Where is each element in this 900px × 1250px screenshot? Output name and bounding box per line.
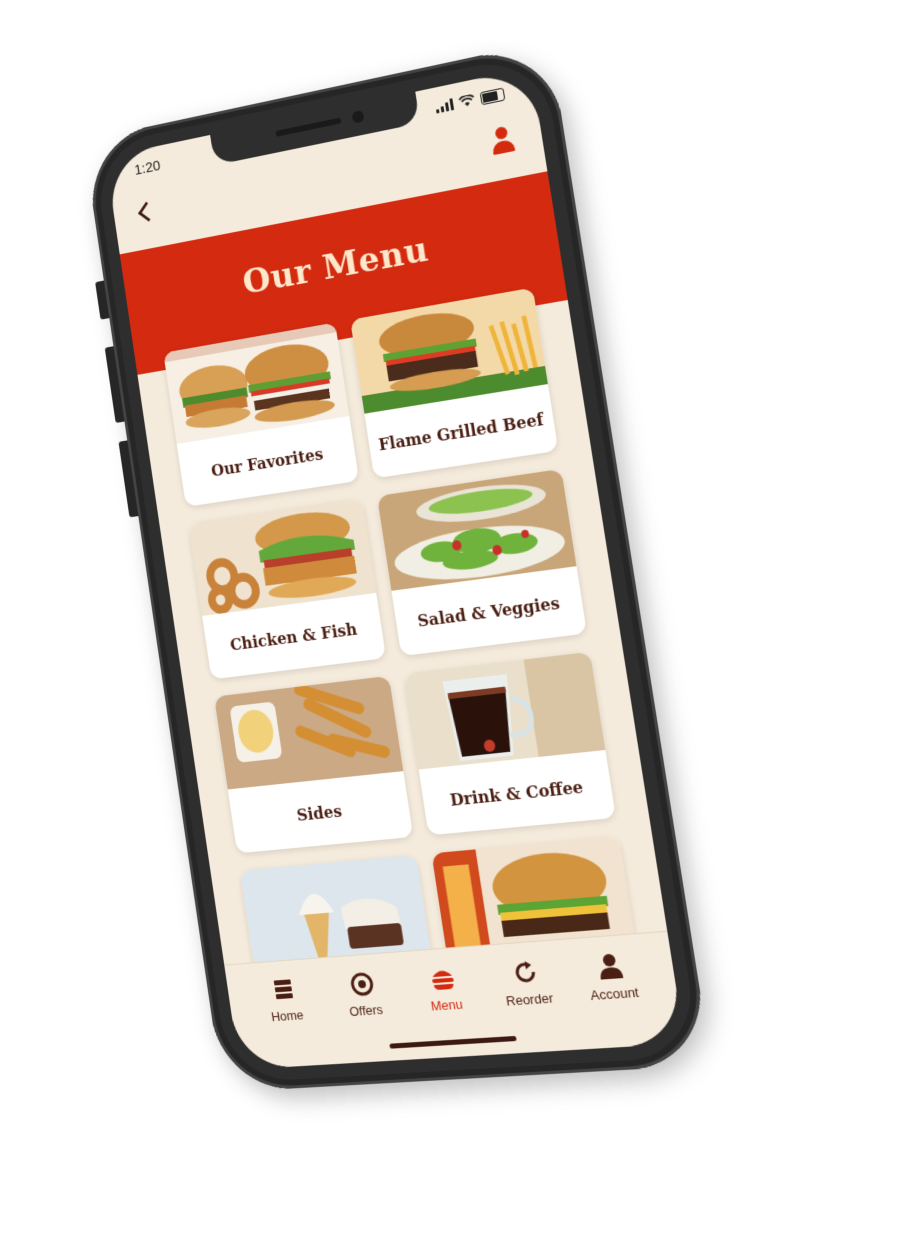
wifi-icon: [458, 94, 476, 107]
home-icon: [273, 979, 294, 1000]
phone-volume-down: [118, 440, 139, 518]
category-card-flame-grilled-beef[interactable]: Flame Grilled Beef: [350, 287, 559, 479]
category-card-salad-veggies[interactable]: Salad & Veggies: [377, 468, 587, 657]
category-card-chicken-fish[interactable]: Chicken & Fish: [188, 498, 387, 680]
status-indicators: [435, 86, 506, 114]
battery-icon: [479, 86, 506, 105]
tab-label: Offers: [348, 1001, 384, 1020]
mockup-stage: 1:20 Our Menu Our Favorites Flame Grille…: [0, 0, 900, 1250]
tab-label: Home: [270, 1007, 305, 1025]
phone-screen: 1:20 Our Menu Our Favorites Flame Grille…: [105, 67, 685, 1070]
back-arrow-icon[interactable]: [134, 199, 157, 224]
category-card-sides[interactable]: Sides: [214, 675, 414, 854]
tab-offers[interactable]: Offers: [327, 969, 407, 1064]
earpiece-speaker: [275, 117, 342, 137]
category-card-drink-coffee[interactable]: Drink & Coffee: [404, 651, 616, 836]
profile-icon[interactable]: [488, 124, 518, 157]
phone-frame: 1:20 Our Menu Our Favorites Flame Grille…: [83, 40, 712, 1093]
category-card-our-favorites[interactable]: Our Favorites: [163, 322, 360, 507]
tab-label: Account: [589, 984, 640, 1004]
signal-icon: [435, 98, 455, 114]
category-photo-sides: [214, 675, 404, 790]
phone-mute-switch: [95, 280, 110, 320]
tab-label: Menu: [429, 996, 464, 1014]
offers-icon: [347, 970, 377, 998]
phone-volume-up: [104, 346, 125, 424]
category-photo-drink-coffee: [404, 651, 606, 770]
front-camera: [351, 109, 365, 124]
category-grid: Our Favorites Flame Grilled Beef Chicken…: [163, 287, 637, 978]
burger-menu-icon: [431, 970, 455, 991]
account-icon: [599, 953, 624, 980]
status-time: 1:20: [133, 156, 162, 179]
tab-label: Reorder: [504, 990, 555, 1009]
tab-account[interactable]: Account: [572, 950, 658, 1049]
tab-home[interactable]: Home: [249, 975, 327, 1069]
reorder-icon: [509, 958, 541, 986]
